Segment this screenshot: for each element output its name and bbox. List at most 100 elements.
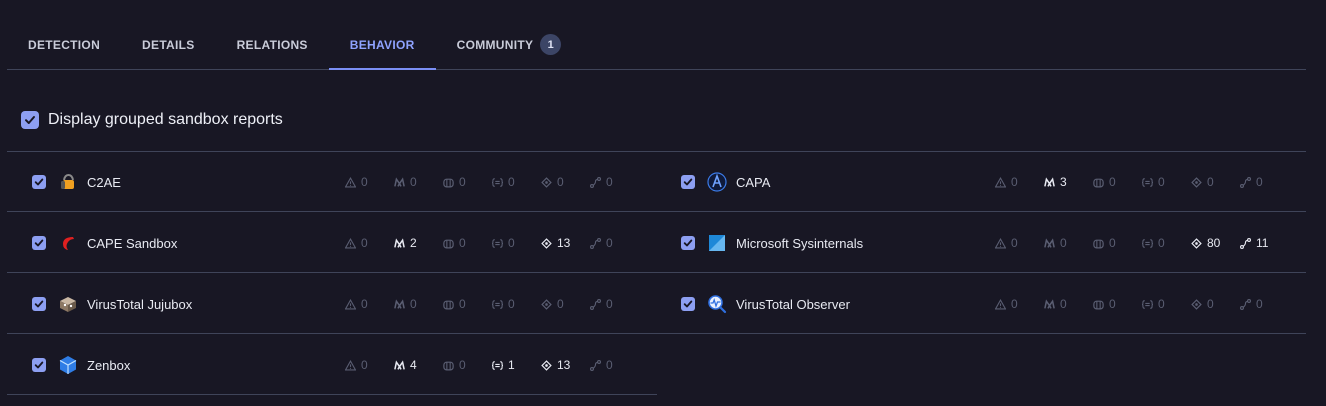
metric-ids[interactable]: 0 [492,175,541,189]
metric-warning[interactable]: 0 [345,297,394,311]
process-icon [590,298,601,310]
tab-label: RELATIONS [236,37,308,52]
tab-relations[interactable]: RELATIONS [216,20,329,69]
metric-mitre[interactable]: 0 [1044,236,1093,250]
metric-network[interactable]: 80 [1191,236,1240,250]
metric-ids[interactable]: 0 [1142,236,1191,250]
sandbox-name[interactable]: VirusTotal Observer [736,297,976,312]
sandbox-checkbox[interactable] [32,358,46,372]
metric-value: 0 [1207,175,1214,189]
metric-ids[interactable]: 0 [1142,175,1191,189]
metric-value: 0 [606,175,613,189]
metric-mitre[interactable]: 2 [394,236,443,250]
warning-icon [345,237,356,248]
metric-signature[interactable]: 0 [1093,236,1142,250]
sandbox-name[interactable]: Zenbox [87,358,327,373]
metric-warning[interactable]: 0 [345,236,394,250]
metric-ids[interactable]: 1 [492,358,541,372]
sandbox-row[interactable]: VirusTotal Observer 0 0 0 0 0 0 [657,274,1306,334]
observer-icon [707,294,727,314]
checkbox[interactable] [21,111,39,129]
metric-warning[interactable]: 0 [345,175,394,189]
metric-warning[interactable]: 0 [995,297,1044,311]
metric-value: 13 [557,236,571,250]
mitre-icon [394,176,405,187]
sandbox-name[interactable]: VirusTotal Jujubox [87,297,327,312]
capa-icon [707,172,727,192]
metric-signature[interactable]: 0 [443,236,492,250]
row-divider [657,211,1306,212]
sandbox-row[interactable]: Zenbox 0 4 0 1 13 0 [7,335,657,395]
row-divider [7,272,657,273]
metric-mitre[interactable]: 0 [1044,297,1093,311]
tab-bar: DETECTION DETAILS RELATIONS BEHAVIOR COM… [7,20,1306,70]
tab-behavior[interactable]: BEHAVIOR [328,20,436,70]
group-toggle-label: Display grouped sandbox reports [48,111,283,128]
sandbox-checkbox[interactable] [32,297,46,311]
metric-value: 0 [508,297,515,311]
metric-process[interactable]: 0 [590,358,639,372]
sandbox-row[interactable]: Microsoft Sysinternals 0 0 0 0 80 11 [657,213,1306,273]
metric-value: 80 [1207,236,1221,250]
metric-signature[interactable]: 0 [1093,297,1142,311]
sandbox-name[interactable]: C2AE [87,175,327,190]
sandbox-name[interactable]: CAPE Sandbox [87,236,327,251]
metric-warning[interactable]: 0 [345,358,394,372]
sandbox-row[interactable]: C2AE 0 0 0 0 0 0 [7,152,657,212]
metric-network[interactable]: 13 [541,358,590,372]
sandbox-checkbox[interactable] [681,175,695,189]
tab-community[interactable]: COMMUNITY 1 [436,20,583,69]
metric-signature[interactable]: 0 [443,297,492,311]
metric-network[interactable]: 0 [541,297,590,311]
metric-value: 0 [410,175,417,189]
metric-process[interactable]: 0 [590,175,639,189]
sandbox-checkbox[interactable] [681,236,695,250]
metric-value: 0 [606,358,613,372]
metric-value: 0 [1060,297,1067,311]
warning-icon [345,359,356,370]
metric-mitre[interactable]: 4 [394,358,443,372]
sandbox-row[interactable]: CAPE Sandbox 0 2 0 0 13 0 [7,213,657,273]
metric-warning[interactable]: 0 [995,236,1044,250]
sandbox-row[interactable]: VirusTotal Jujubox 0 0 0 0 0 0 [7,274,657,334]
metric-signature[interactable]: 0 [1093,175,1142,189]
sandbox-checkbox[interactable] [32,236,46,250]
metric-value: 0 [1109,297,1116,311]
metric-value: 13 [557,358,571,372]
metric-mitre[interactable]: 0 [394,175,443,189]
metric-mitre[interactable]: 0 [394,297,443,311]
metric-ids[interactable]: 0 [492,236,541,250]
metric-process[interactable]: 0 [590,297,639,311]
metric-signature[interactable]: 0 [443,175,492,189]
tab-detection[interactable]: DETECTION [7,20,121,69]
sandbox-metrics: 0 3 0 0 0 0 [995,175,1289,189]
metric-network[interactable]: 0 [1191,297,1240,311]
metric-network[interactable]: 0 [1191,175,1240,189]
sandbox-name[interactable]: Microsoft Sysinternals [736,236,976,251]
metric-signature[interactable]: 0 [443,358,492,372]
sandbox-name[interactable]: CAPA [736,175,976,190]
metric-process[interactable]: 0 [1240,297,1289,311]
metric-process[interactable]: 0 [1240,175,1289,189]
metric-warning[interactable]: 0 [995,175,1044,189]
metric-network[interactable]: 0 [541,175,590,189]
group-sandbox-toggle[interactable]: Display grouped sandbox reports [21,111,283,129]
metric-process[interactable]: 11 [1240,236,1289,250]
tab-details[interactable]: DETAILS [121,20,216,69]
sandbox-row[interactable]: CAPA 0 3 0 0 0 0 [657,152,1306,212]
check-icon [34,300,44,308]
metric-process[interactable]: 0 [590,236,639,250]
c2ae-icon [58,172,78,192]
metric-value: 0 [508,236,515,250]
row-divider [7,333,657,334]
metric-ids[interactable]: 0 [1142,297,1191,311]
metric-ids[interactable]: 0 [492,297,541,311]
metric-network[interactable]: 13 [541,236,590,250]
sandbox-checkbox[interactable] [32,175,46,189]
metric-value: 0 [361,297,368,311]
tab-label: BEHAVIOR [349,37,415,52]
metric-value: 0 [1109,175,1116,189]
metric-value: 0 [1256,175,1263,189]
metric-mitre[interactable]: 3 [1044,175,1093,189]
sandbox-checkbox[interactable] [681,297,695,311]
